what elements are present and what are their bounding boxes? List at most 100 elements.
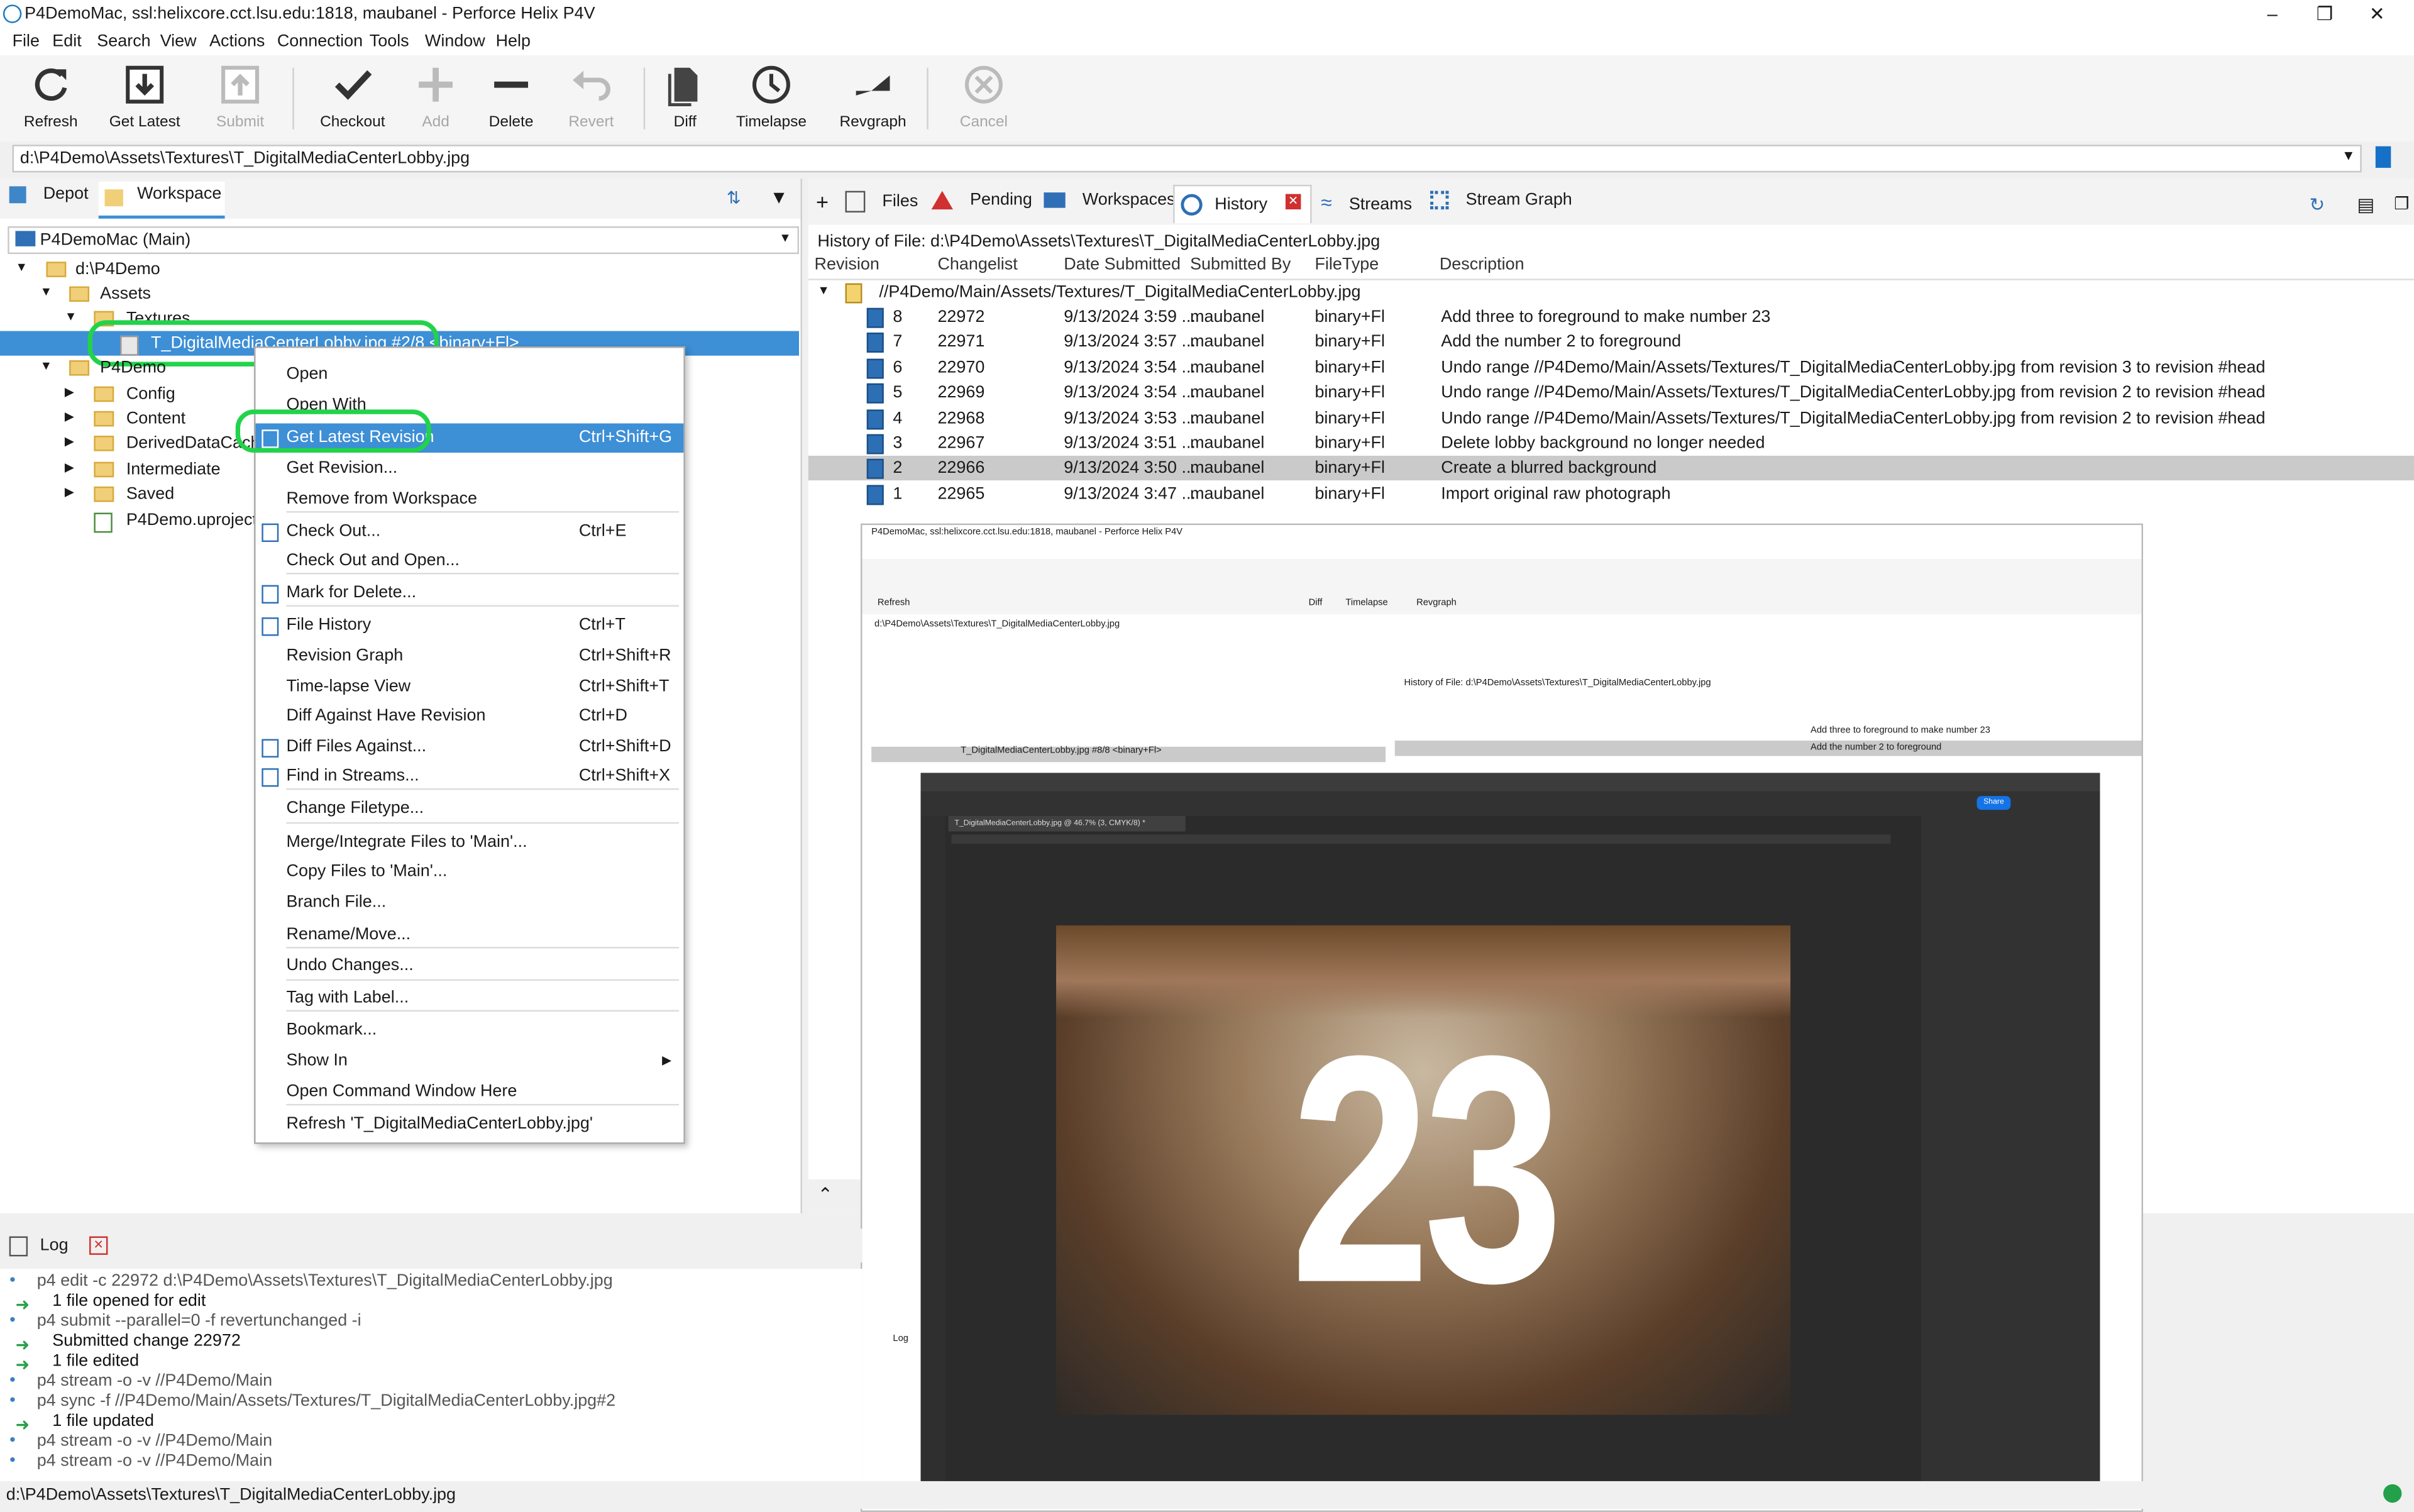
refresh-button[interactable]: Refresh [4,62,97,138]
get-latest-button[interactable]: Get Latest [99,62,191,138]
context-item-copy-files-to-main[interactable]: Copy Files to 'Main'... [256,858,684,887]
menu-help[interactable]: Help [496,32,531,50]
context-item-label: Tag with Label... [286,988,409,1007]
expand-arrow-icon[interactable]: ▶ [65,460,74,474]
context-item-find-in-streams[interactable]: Find in Streams... Ctrl+Shift+X [256,762,684,792]
columns-icon[interactable]: ▤ [2357,194,2374,216]
sort-icon[interactable]: ⇅ [727,188,741,207]
context-item-get-revision[interactable]: Get Revision... [256,454,684,483]
menu-view[interactable]: View [160,32,197,50]
workspace-dropdown[interactable]: P4DemoMac (Main) ▼ [8,226,800,255]
tab-depot[interactable]: Depot [9,185,89,216]
submit-button[interactable]: Submit [194,62,287,138]
context-item-rename-move[interactable]: Rename/Move... [256,921,684,951]
table-row[interactable]: 8 22972 9/13/2024 3:59 ... maubanel binary+F… [808,305,2414,329]
menu-search[interactable]: Search [97,32,150,50]
expand-arrow-icon[interactable]: ▶ [65,434,74,448]
cancel-button[interactable]: Cancel [937,62,1030,138]
context-item-change-filetype[interactable]: Change Filetype... [256,795,684,824]
context-item-merge-integrate-files-to-main[interactable]: Merge/Integrate Files to 'Main'... [256,829,684,858]
tab-history[interactable]: History ✕ [1173,184,1312,224]
address-bar[interactable]: d:\P4Demo\Assets\Textures\T_DigitalMedia… [12,145,2362,173]
depot-path-row[interactable]: ▼ //P4Demo/Main/Assets/Textures/T_Digita… [808,280,2414,305]
context-item-check-out-and-open[interactable]: Check Out and Open... [256,546,684,576]
context-item-open-command-window-here[interactable]: Open Command Window Here [256,1078,684,1107]
context-item-file-history[interactable]: File History Ctrl+T [256,611,684,641]
menu-window[interactable]: Window [425,32,485,50]
context-item-check-out[interactable]: Check Out... Ctrl+E [256,517,684,547]
tab-pending[interactable]: Pending [931,191,1032,219]
context-item-time-lapse-view[interactable]: Time-lapse View Ctrl+Shift+T [256,673,684,702]
context-item-bookmark[interactable]: Bookmark... [256,1016,684,1046]
tab-streams[interactable]: ≈ Streams [1321,191,1412,219]
tab-log[interactable]: Log [40,1237,69,1255]
table-row[interactable]: 3 22967 9/13/2024 3:51 ... maubanel binary+F… [808,431,2414,456]
filter-icon[interactable]: ▼ [770,186,788,207]
close-tab-icon[interactable]: ✕ [89,1236,108,1255]
context-item-open[interactable]: Open [256,360,684,390]
collapse-button[interactable]: ⌃ [808,1179,861,1213]
expand-arrow-icon[interactable]: ▶ [65,385,74,399]
context-item-remove-from-workspace[interactable]: Remove from Workspace [256,485,684,514]
menu-file[interactable]: File [13,32,40,50]
table-row[interactable]: 6 22970 9/13/2024 3:54 ... maubanel binary+F… [808,355,2414,380]
menu-actions[interactable]: Actions [209,32,265,50]
table-row[interactable]: 7 22971 9/13/2024 3:57 ... maubanel binary+F… [808,330,2414,355]
diff-button[interactable]: Diff [639,62,731,138]
tab-files[interactable]: Files [845,190,918,219]
expand-arrow-icon[interactable]: ▶ [65,485,74,499]
close-window-button[interactable]: ✕ [2356,1,2399,26]
column-changelist[interactable]: Changelist [937,256,1017,274]
maximize-button[interactable]: ❐ [2303,1,2347,26]
column-submitted-by[interactable]: Submitted By [1190,256,1291,274]
menu-tools[interactable]: Tools [370,32,409,50]
expand-arrow-icon[interactable]: ▼ [817,284,829,297]
context-item-mark-for-delete[interactable]: Mark for Delete... [256,579,684,609]
mini-row-desc: Add three to foreground to make number 2… [1810,726,1990,736]
tab-workspace[interactable]: Workspace [98,181,225,219]
table-row[interactable]: 1 22965 9/13/2024 3:47 ... maubanel binary+F… [808,482,2414,506]
context-item-label: Merge/Integrate Files to 'Main'... [286,832,527,852]
menu-connection[interactable]: Connection [277,32,363,50]
revert-button[interactable]: Revert [545,62,637,138]
minimize-button[interactable]: – [2251,1,2294,26]
timelapse-button[interactable]: Timelapse [725,62,817,138]
context-item-diff-against-have-revision[interactable]: Diff Against Have Revision Ctrl+D [256,702,684,732]
column-description[interactable]: Description [1440,256,1524,274]
delete-button[interactable]: Delete [465,62,558,138]
ps-canvas-image: 23 [1056,925,1791,1415]
context-item-tag-with-label[interactable]: Tag with Label... [256,984,684,1013]
tree-node-assets[interactable]: ▼ Assets [0,282,799,306]
table-row[interactable]: 2 22966 9/13/2024 3:50 ... maubanel binary+F… [808,456,2414,482]
expand-arrow-icon[interactable]: ▼ [40,359,52,373]
expand-arrow-icon[interactable]: ▼ [15,260,27,274]
tree-node-root[interactable]: ▼ d:\P4Demo [0,257,799,282]
tab-workspaces[interactable]: Workspaces [1044,191,1176,219]
expand-arrow-icon[interactable]: ▶ [65,409,74,423]
tab-stream-graph[interactable]: Stream Graph [1430,191,1572,219]
column-date[interactable]: Date Submitted [1064,256,1181,274]
context-item-branch-file[interactable]: Branch File... [256,888,684,918]
restore-icon[interactable]: ❐ [2394,194,2409,214]
context-item-undo-changes[interactable]: Undo Changes... [256,951,684,981]
context-item-revision-graph[interactable]: Revision Graph Ctrl+Shift+R [256,642,684,671]
revgraph-button[interactable]: Revgraph [827,62,919,138]
table-row[interactable]: 5 22969 9/13/2024 3:54 ... maubanel binary+F… [808,380,2414,405]
ps-document-tab[interactable]: T_DigitalMediaCenterLobby.jpg @ 46.7% (3… [948,815,1186,832]
close-tab-icon[interactable]: ✕ [1285,194,1301,210]
view-options-icon[interactable]: ↻ [2309,194,2325,216]
checkout-button[interactable]: Checkout [306,62,399,138]
context-item-show-in[interactable]: Show In ▶ [256,1047,684,1076]
context-item-diff-files-against[interactable]: Diff Files Against... Ctrl+Shift+D [256,733,684,763]
column-revision[interactable]: Revision [815,256,879,274]
menu-edit[interactable]: Edit [52,32,81,50]
context-item-refresh-t-digitalmediacenterlobby-jpg[interactable]: Refresh 'T_DigitalMediaCenterLobby.jpg' [256,1110,684,1140]
table-row[interactable]: 4 22968 9/13/2024 3:53 ... maubanel binary+F… [808,406,2414,431]
ps-share-button[interactable]: Share [1976,796,2011,810]
expand-arrow-icon[interactable]: ▼ [40,285,52,299]
expand-arrow-icon[interactable]: ▼ [65,309,77,323]
add-tab-icon[interactable]: + [816,189,829,214]
column-filetype[interactable]: FileType [1314,256,1379,274]
chevron-down-icon[interactable]: ▼ [2342,148,2356,163]
bookmark-icon[interactable] [2375,146,2391,168]
